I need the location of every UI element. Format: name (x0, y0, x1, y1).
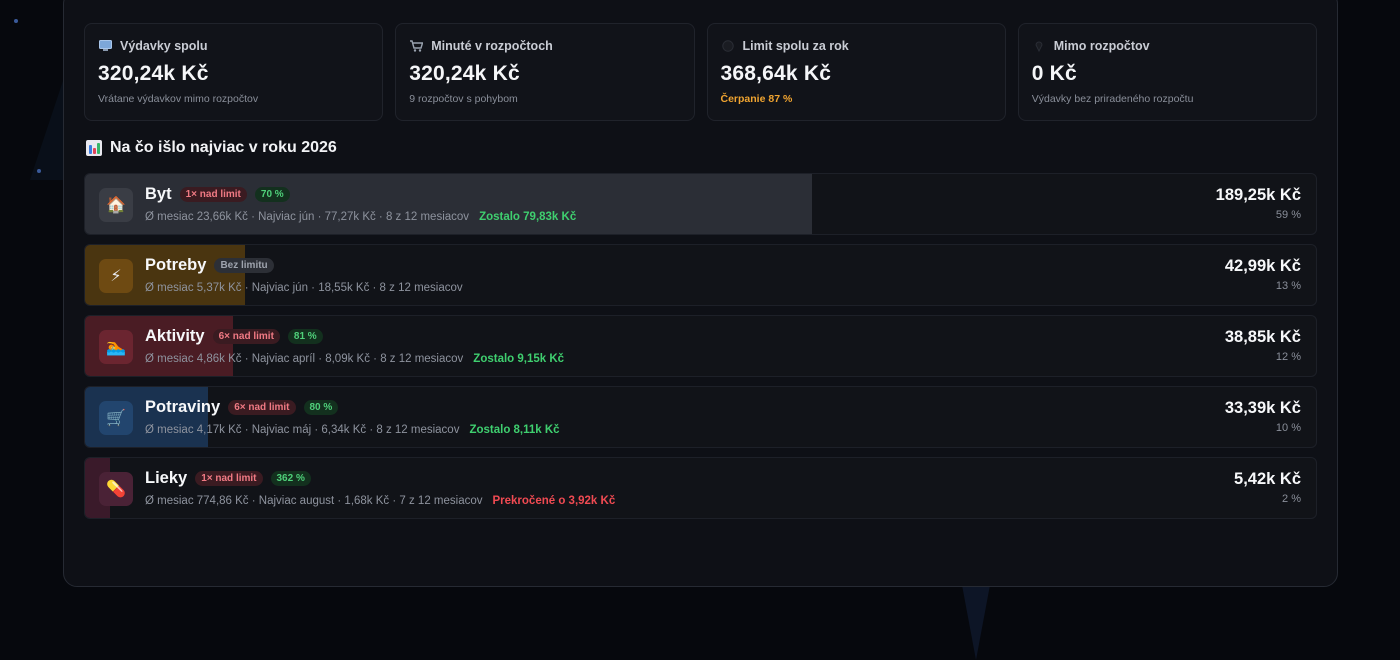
category-header: Aktivity 6× nad limit 81 % (145, 327, 323, 346)
category-name: Potreby (145, 256, 207, 274)
stat-subtext: Vrátane výdavkov mimo rozpočtov (98, 93, 259, 105)
category-row-potreby[interactable]: ⚡ Potreby Bez limitu Ø mesiac 5,37k Kč · Na… (84, 244, 1317, 306)
category-row-byt[interactable]: 🏠 Byt 1× nad limit 70 % Ø mesiac 23,66k Kč ·… (84, 173, 1317, 235)
category-stats: Ø mesiac 23,66k Kč · Najviac jún · 77,27… (145, 211, 470, 223)
category-amount: 42,99k Kč 13 % (1225, 257, 1301, 292)
background-decoration (962, 585, 990, 660)
cart-icon: 🛒 (99, 401, 133, 435)
pin-icon (1032, 40, 1046, 53)
category-stats: Ø mesiac 774,86 Kč · Najviac august · 1,… (145, 495, 483, 507)
category-list: 🏠 Byt 1× nad limit 70 % Ø mesiac 23,66k Kč ·… (84, 173, 1317, 528)
stat-subtext: Čerpanie 87 % (720, 93, 793, 105)
category-row-lieky[interactable]: 💊 Lieky 1× nad limit 362 % Ø mesiac 774,86 K… (84, 457, 1317, 519)
cart-icon (409, 40, 424, 53)
category-meta: Ø mesiac 774,86 Kč · Najviac august · 1,… (145, 495, 615, 507)
category-amount: 5,42k Kč 2 % (1234, 470, 1301, 505)
category-amount: 38,85k Kč 12 % (1225, 328, 1301, 363)
amount-value: 189,25k Kč (1215, 186, 1301, 204)
category-row-potraviny[interactable]: 🛒 Potraviny 6× nad limit 80 % Ø mesiac 4,17k… (84, 386, 1317, 448)
target-icon (721, 40, 735, 53)
activity-icon: 🏊 (99, 330, 133, 364)
stat-card-limit: Limit spolu za rok 368,64k Kč Čerpanie 8… (706, 23, 1006, 121)
category-header: Potreby Bez limitu (145, 256, 274, 275)
over-limit-badge: 6× nad limit (228, 400, 296, 415)
lightning-icon: ⚡ (99, 259, 133, 293)
monitor-icon (98, 40, 112, 53)
category-meta: Ø mesiac 4,17k Kč · Najviac máj · 6,34k … (145, 424, 560, 436)
stats-row: Výdavky spolu 320,24k Kč Vrátane výdavko… (84, 23, 1317, 121)
section-title: Na čo išlo najviac v roku 2026 (110, 139, 337, 156)
category-meta: Ø mesiac 4,86k Kč · Najviac apríl · 8,09… (145, 353, 564, 365)
stat-label: Minuté v rozpočtoch (431, 39, 553, 53)
category-meta: Ø mesiac 5,37k Kč · Najviac jún · 18,55k… (145, 282, 463, 294)
over-limit-badge: 1× nad limit (195, 471, 263, 486)
amount-value: 42,99k Kč (1224, 257, 1301, 275)
stat-value: 0 Kč (1031, 62, 1077, 85)
over-limit-badge: 6× nad limit (212, 329, 280, 344)
over-limit-badge: 1× nad limit (179, 187, 247, 202)
bar-chart-icon (86, 140, 102, 156)
usage-badge: 81 % (287, 329, 323, 344)
stat-subtext: 9 rozpočtov s pohybom (409, 93, 518, 105)
stat-label: Limit spolu za rok (742, 39, 849, 53)
stat-value: 320,24k Kč (409, 62, 520, 85)
category-amount: 33,39k Kč 10 % (1225, 399, 1301, 434)
house-icon: 🏠 (99, 188, 133, 222)
category-header: Potraviny 6× nad limit 80 % (145, 398, 339, 417)
stat-value: 368,64k Kč (720, 62, 832, 85)
amount-value: 38,85k Kč (1224, 328, 1301, 346)
usage-badge: 362 % (270, 471, 311, 486)
background-dot (14, 19, 18, 23)
stat-card-outside: Mimo rozpočtov 0 Kč Výdavky bez priraden… (1017, 23, 1317, 121)
category-header: Byt 1× nad limit 70 % (145, 185, 290, 204)
category-name: Lieky (145, 469, 188, 487)
amount-value: 33,39k Kč (1224, 399, 1301, 417)
category-name: Potraviny (145, 398, 221, 416)
pill-icon: 💊 (99, 472, 133, 506)
usage-badge: 80 % (303, 400, 339, 415)
category-amount: 189,25k Kč 59 % (1216, 186, 1301, 221)
usage-badge: 70 % (254, 187, 290, 202)
share-bar (85, 174, 812, 234)
amount-percent: 59 % (1275, 209, 1301, 221)
category-name: Aktivity (145, 327, 205, 345)
category-stats: Ø mesiac 4,86k Kč · Najviac apríl · 8,09… (145, 353, 464, 365)
category-stats: Ø mesiac 5,37k Kč · Najviac jún · 18,55k… (145, 282, 463, 294)
overspent-note: Prekročené o 3,92k Kč (492, 495, 616, 507)
stat-label: Mimo rozpočtov (1053, 39, 1150, 53)
remaining-note: Zostalo 8,11k Kč (469, 424, 560, 436)
stat-value: 320,24k Kč (98, 62, 209, 85)
amount-value: 5,42k Kč (1234, 470, 1301, 488)
stat-subtext: Výdavky bez priradeného rozpočtu (1031, 93, 1194, 105)
amount-percent: 10 % (1275, 422, 1301, 434)
amount-percent: 2 % (1282, 493, 1301, 505)
category-meta: Ø mesiac 23,66k Kč · Najviac jún · 77,27… (145, 211, 576, 223)
amount-percent: 12 % (1275, 351, 1301, 363)
category-name: Byt (145, 185, 172, 203)
remaining-note: Zostalo 9,15k Kč (473, 353, 565, 365)
section-heading: Na čo išlo najviac v roku 2026 (86, 138, 337, 158)
category-stats: Ø mesiac 4,17k Kč · Najviac máj · 6,34k … (145, 424, 460, 436)
stat-label: Výdavky spolu (120, 39, 208, 53)
no-limit-badge: Bez limitu (214, 258, 274, 273)
category-header: Lieky 1× nad limit 362 % (145, 469, 311, 488)
stat-card-budgets: Minuté v rozpočtoch 320,24k Kč 9 rozpočt… (395, 23, 695, 121)
amount-percent: 13 % (1275, 280, 1301, 292)
background-dot (37, 169, 41, 173)
remaining-note: Zostalo 79,83k Kč (479, 211, 577, 223)
category-row-aktivity[interactable]: 🏊 Aktivity 6× nad limit 81 % Ø mesiac 4,86k … (84, 315, 1317, 377)
stat-card-total: Výdavky spolu 320,24k Kč Vrátane výdavko… (84, 23, 384, 121)
